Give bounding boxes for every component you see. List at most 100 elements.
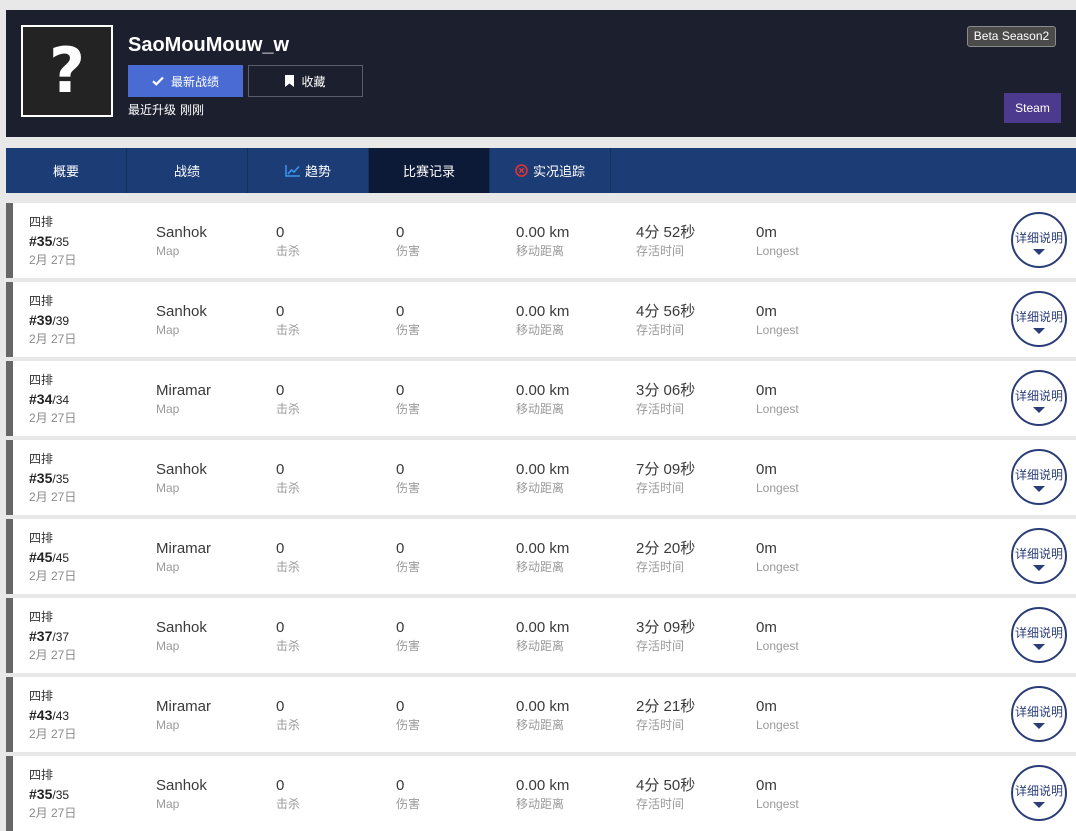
kills-label: 击杀 [276,797,301,811]
detail-button[interactable]: 详细说明 [1011,212,1067,268]
stat-kills: 0 击杀 [276,756,391,831]
stat-distance: 0.00 km 移动距离 [516,598,631,673]
damage-value: 0 [396,461,405,478]
stat-longest: 0m Longest [756,756,871,831]
detail-button[interactable]: 详细说明 [1011,528,1067,584]
survival-value: 4分 56秒 [636,303,696,320]
damage-label: 伤害 [396,481,421,495]
longest-value: 0m [756,382,777,399]
stat-survival: 3分 09秒 存活时间 [636,598,751,673]
chevron-down-icon [1033,723,1045,729]
distance-label: 移动距离 [516,560,565,574]
stat-map: Sanhok Map [156,440,271,515]
kills-value: 0 [276,303,285,320]
damage-value: 0 [396,619,405,636]
damage-value: 0 [396,777,405,794]
detail-button[interactable]: 详细说明 [1011,686,1067,742]
kills-label: 击杀 [276,718,301,732]
detail-button[interactable]: 详细说明 [1011,291,1067,347]
match-date: 2月 27日 [29,727,77,741]
favorite-button[interactable]: 收藏 [248,65,363,97]
match-date: 2月 27日 [29,648,77,662]
stat-distance: 0.00 km 移动距离 [516,677,631,752]
stat-damage: 0 伤害 [396,598,511,673]
longest-value: 0m [756,698,777,715]
longest-label: Longest [756,323,799,337]
match-row: 四排 #37/37 2月 27日 Sanhok Map 0 击杀 0 伤害 0.… [6,598,1076,673]
kills-value: 0 [276,619,285,636]
tab-trends[interactable]: 趋势 [248,148,369,193]
detail-button-label: 详细说明 [1014,468,1063,482]
longest-label: Longest [756,402,799,416]
match-placement: #35/35 [29,786,69,804]
survival-value: 3分 06秒 [636,382,696,399]
stat-damage: 0 伤害 [396,282,511,357]
detail-button[interactable]: 详细说明 [1011,765,1067,821]
survival-label: 存活时间 [636,639,685,653]
match-mode: 四排 [29,294,54,308]
longest-label: Longest [756,560,799,574]
map-label: Map [156,402,180,416]
stat-damage: 0 伤害 [396,519,511,594]
placement-rank: #35 [29,470,53,486]
stat-kills: 0 击杀 [276,519,391,594]
placement-total: /37 [52,630,70,644]
detail-button[interactable]: 详细说明 [1011,607,1067,663]
match-mode: 四排 [29,531,54,545]
match-mode: 四排 [29,215,54,229]
steam-button[interactable]: Steam [1004,93,1061,123]
kills-label: 击杀 [276,402,301,416]
map-value: Sanhok [156,224,207,241]
match-row: 四排 #43/43 2月 27日 Miramar Map 0 击杀 0 伤害 0… [6,677,1076,752]
survival-label: 存活时间 [636,718,685,732]
placement-total: /39 [52,314,70,328]
detail-button[interactable]: 详细说明 [1011,449,1067,505]
stat-survival: 4分 50秒 存活时间 [636,756,751,831]
tab-label: 概要 [52,164,79,179]
distance-value: 0.00 km [516,698,570,715]
distance-label: 移动距离 [516,244,565,258]
last-update-label: 最近升级 [128,103,177,117]
distance-value: 0.00 km [516,619,570,636]
longest-label: Longest [756,718,799,732]
detail-button[interactable]: 详细说明 [1011,370,1067,426]
map-value: Miramar [156,698,211,715]
map-label: Map [156,323,180,337]
match-summary: 四排 #43/43 2月 27日 [29,677,149,752]
match-summary: 四排 #35/35 2月 27日 [29,203,149,278]
kills-value: 0 [276,461,285,478]
distance-label: 移动距离 [516,481,565,495]
tab-live-tracking[interactable]: 实况追踪 [490,148,611,193]
map-value: Miramar [156,540,211,557]
chevron-down-icon [1033,802,1045,808]
stat-distance: 0.00 km 移动距离 [516,519,631,594]
placement-total: /35 [52,235,70,249]
survival-value: 4分 50秒 [636,777,696,794]
distance-value: 0.00 km [516,540,570,557]
placement-rank: #45 [29,549,53,565]
stat-survival: 4分 52秒 存活时间 [636,203,751,278]
stat-survival: 7分 09秒 存活时间 [636,440,751,515]
match-placement: #34/34 [29,391,69,409]
longest-value: 0m [756,224,777,241]
latest-matches-button[interactable]: 最新战绩 [128,65,243,97]
match-mode: 四排 [29,373,54,387]
tab-stats[interactable]: 战绩 [127,148,248,193]
map-label: Map [156,639,180,653]
tab-match-history[interactable]: 比赛记录 [369,148,490,193]
stat-damage: 0 伤害 [396,361,511,436]
survival-label: 存活时间 [636,323,685,337]
distance-label: 移动距离 [516,323,565,337]
season-badge[interactable]: Beta Season2 [967,26,1056,47]
survival-label: 存活时间 [636,560,685,574]
damage-value: 0 [396,303,405,320]
check-icon [152,76,164,86]
match-row: 四排 #45/45 2月 27日 Miramar Map 0 击杀 0 伤害 0… [6,519,1076,594]
live-tracking-icon [515,164,528,177]
map-value: Sanhok [156,777,207,794]
kills-label: 击杀 [276,323,301,337]
stat-distance: 0.00 km 移动距离 [516,361,631,436]
survival-value: 7分 09秒 [636,461,696,478]
tab-overview[interactable]: 概要 [6,148,127,193]
placement-rank: #37 [29,628,53,644]
